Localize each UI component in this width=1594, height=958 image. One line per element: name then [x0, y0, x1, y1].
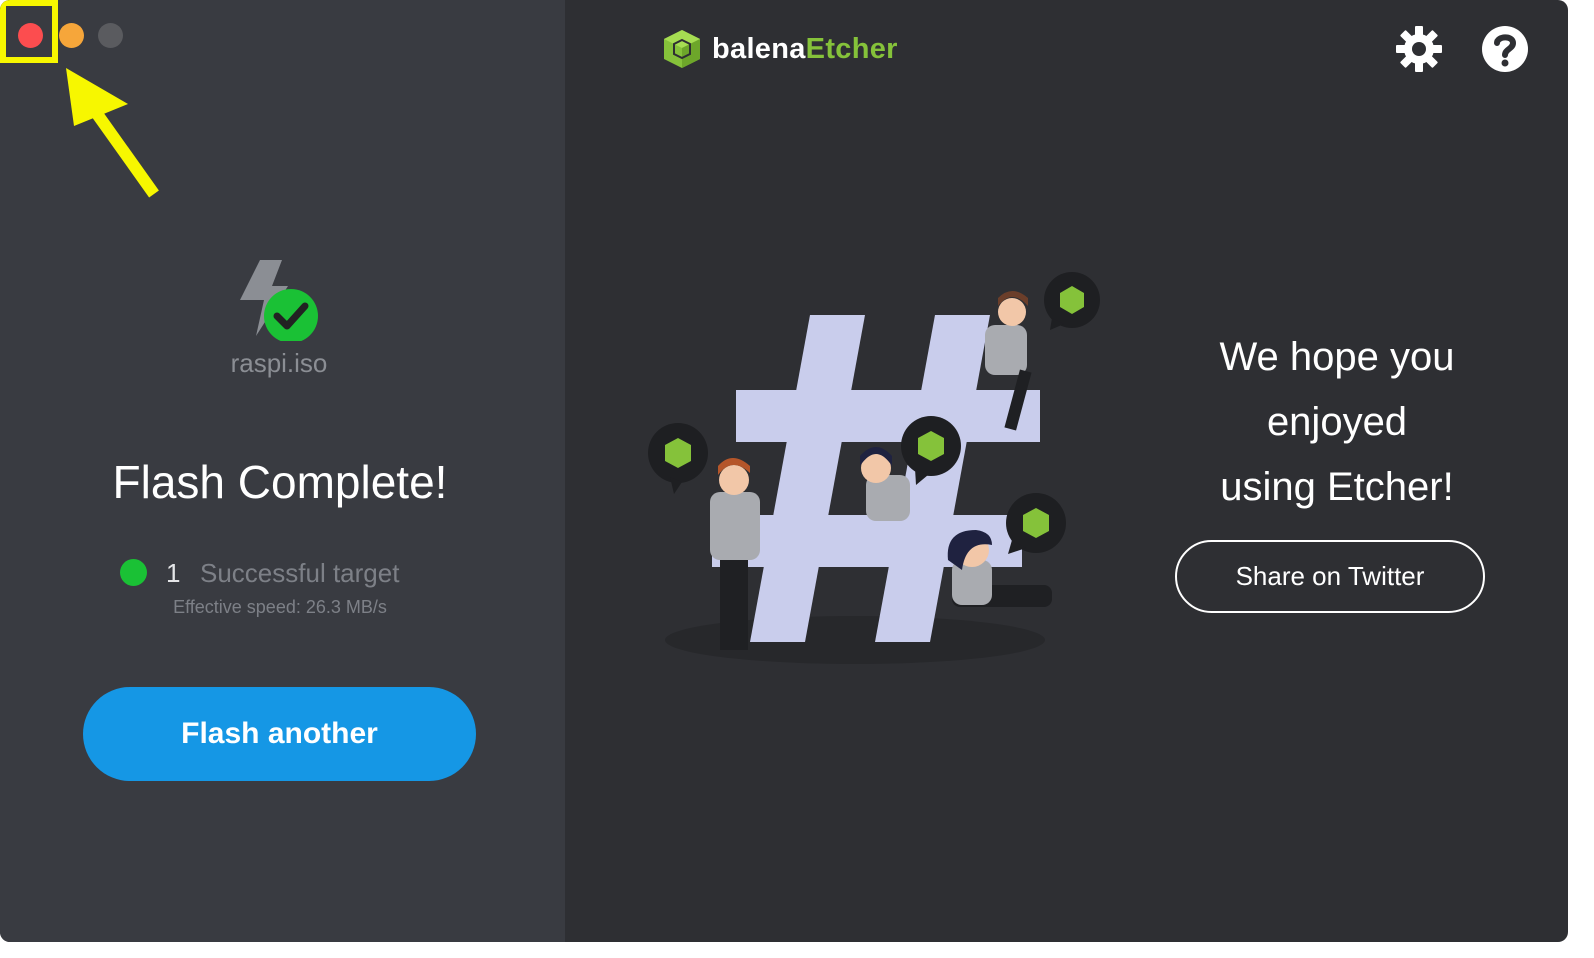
window-minimize-button[interactable] [59, 23, 84, 48]
annotation-arrow-icon [66, 68, 159, 198]
window-zoom-button[interactable] [98, 23, 123, 48]
thank-you-line-1: We hope you [1219, 335, 1455, 379]
flash-another-button[interactable]: Flash another [83, 687, 476, 781]
success-count: 1 [166, 558, 181, 588]
close-button-highlight [0, 0, 58, 63]
share-on-twitter-button[interactable]: Share on Twitter [1175, 540, 1485, 613]
thank-you-line-3: using Etcher! [1220, 465, 1454, 509]
success-label: Successful target [200, 558, 400, 588]
etcher-window: raspi.iso Flash Complete! 1 Successful t… [0, 0, 1568, 942]
flash-success-icon [234, 256, 324, 346]
balena-etcher-logo: balenaEtcher [662, 28, 898, 70]
thank-you-message: We hope you enjoyed using Etcher! [1180, 325, 1494, 520]
logo-text-etcher: Etcher [805, 32, 898, 65]
image-file-name: raspi.iso [230, 348, 328, 378]
flash-status-title: Flash Complete! [112, 456, 448, 508]
effective-speed: Effective speed: 26.3 MB/s [173, 597, 387, 617]
logo-text-balena: balena [712, 32, 806, 65]
hashtag-illustration [640, 270, 1110, 675]
gear-icon[interactable] [1395, 25, 1443, 78]
logo-text: balenaEtcher [712, 33, 898, 66]
cube-logo-icon [664, 30, 700, 68]
thank-you-line-2: enjoyed [1266, 400, 1408, 444]
help-icon[interactable] [1481, 25, 1529, 78]
success-dot [120, 559, 147, 586]
